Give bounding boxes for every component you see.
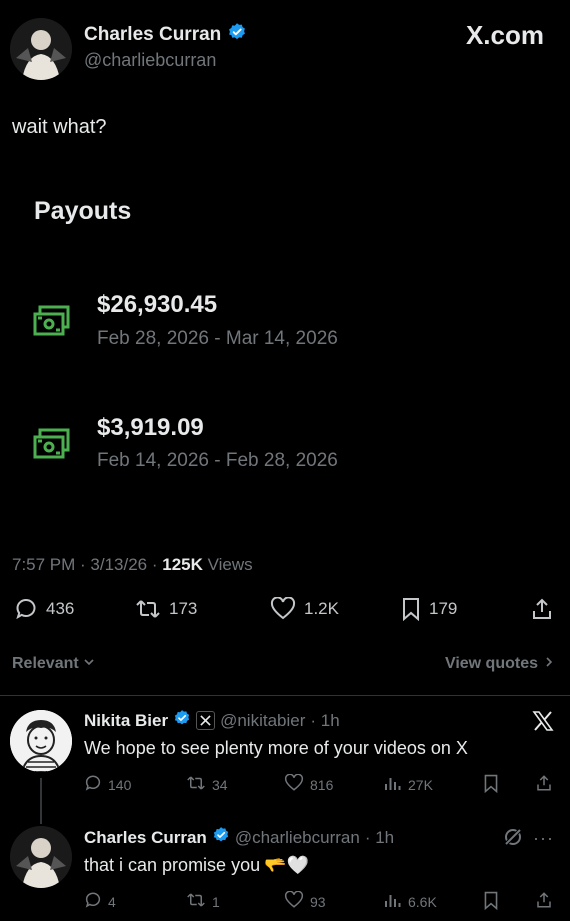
bookmark-icon [483,891,499,914]
thread-line [40,778,42,824]
reply-age: · 1h [310,710,340,730]
post-meta: 7:57 PM · 3/13/26 · 125K Views [12,555,253,575]
bookmark-button[interactable]: 179 [401,597,457,621]
reply-views-button[interactable]: 6.6K [384,891,437,912]
reply-age: · 1h [364,827,395,847]
reply-bookmark-button[interactable] [483,774,499,798]
author-name[interactable]: Charles Curran [84,24,221,46]
reply-icon [14,597,38,621]
reply-bookmark-button[interactable] [483,891,499,915]
grok-icon[interactable] [503,827,523,852]
view-quotes-link[interactable]: View quotes [445,655,554,673]
payout-range: Feb 14, 2026 - Feb 28, 2026 [97,450,338,471]
views-count: 125K [162,555,203,574]
reply-like-button[interactable]: 816 [284,773,334,795]
repost-button[interactable]: 173 [135,597,197,621]
post-text: wait what? [12,116,107,138]
sort-label: Relevant [12,655,79,672]
heart-icon [270,597,296,621]
reply-share-button[interactable] [535,774,553,797]
share-button[interactable] [530,597,554,626]
bookmark-icon [483,774,499,797]
x-logo-icon[interactable] [531,709,555,738]
reply-author-name[interactable]: Charles Curran [84,828,207,848]
reply-icon [84,891,102,912]
reply-count: 140 [108,776,132,793]
repost-count: 34 [212,776,228,793]
payout-amount: $3,919.09 [97,414,204,441]
views-label: Views [202,555,253,574]
reply-avatar[interactable] [10,710,72,772]
share-icon [530,598,554,625]
analytics-icon [384,891,402,912]
repost-count: 1 [212,893,220,910]
reply-emojis: 🫳🤍 [264,855,309,875]
like-button[interactable]: 1.2K [270,597,339,621]
like-count: 816 [310,776,334,793]
reply-count: 4 [108,893,116,910]
reply-author-handle[interactable]: @charliebcurran [235,828,360,848]
like-count: 93 [310,893,326,910]
view-quotes-label: View quotes [444,655,538,672]
reply-like-button[interactable]: 93 [284,890,326,912]
reply-count: 436 [46,599,75,618]
share-icon [535,892,553,913]
payout-amount: $26,930.45 [97,291,218,318]
reply-icon [84,774,102,795]
more-options-icon[interactable]: ··· [533,828,554,849]
reply-reply-button[interactable]: 4 [84,891,116,912]
reply-views-button[interactable]: 27K [384,774,433,795]
analytics-icon [384,774,402,795]
payouts-title: Payouts [34,197,132,225]
reply-text: We hope to see plenty more of your video… [84,738,468,758]
money-icon [33,427,71,466]
chevron-down-icon [83,655,95,673]
reply-avatar[interactable] [10,826,72,888]
site-brand: X.com [465,20,544,50]
like-count: 1.2K [304,599,339,618]
reply-text: that i can promise you [84,855,261,875]
repost-icon [135,597,161,621]
verified-badge-icon [227,22,247,47]
author-handle[interactable]: @charliebcurran [84,50,216,71]
reply-button[interactable]: 436 [14,597,74,621]
repost-icon [186,774,206,795]
reply-reply-button[interactable]: 140 [84,774,131,795]
author-avatar[interactable] [10,18,72,80]
share-icon [535,775,553,796]
views-count: 6.6K [408,893,437,910]
reply-share-button[interactable] [535,891,553,914]
bookmark-icon [401,597,421,621]
affiliate-x-badge-icon [196,711,216,730]
verified-badge-icon [212,826,230,849]
divider [0,695,570,696]
reply-author-handle[interactable]: @nikitabier [220,711,305,731]
post-timestamp[interactable]: 7:57 PM · 3/13/26 · [12,555,162,574]
repost-count: 173 [169,599,198,618]
views-count: 27K [408,776,433,793]
heart-icon [284,890,304,912]
money-icon [33,304,71,343]
repost-icon [186,891,206,912]
reply-author-name[interactable]: Nikita Bier [84,711,168,731]
verified-badge-icon [173,709,191,732]
chevron-right-icon [544,655,554,673]
heart-icon [284,773,304,795]
reply-repost-button[interactable]: 34 [186,774,228,795]
payout-range: Feb 28, 2026 - Mar 14, 2026 [97,328,338,349]
bookmark-count: 179 [429,599,458,618]
sort-dropdown[interactable]: Relevant [12,655,95,673]
reply-repost-button[interactable]: 1 [186,891,220,912]
